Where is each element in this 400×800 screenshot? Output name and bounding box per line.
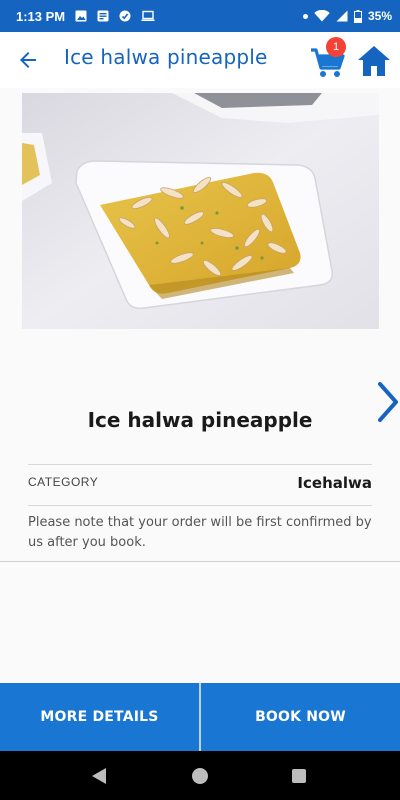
- divider: [28, 505, 372, 506]
- divider: [28, 464, 372, 465]
- product-name: Ice halwa pineapple: [87, 408, 313, 432]
- page-title: Ice halwa pineapple: [64, 45, 268, 69]
- wifi-icon: [314, 10, 330, 22]
- status-time: 1:13 PM: [16, 8, 66, 24]
- gallery-icon: [75, 10, 87, 22]
- cart-count-badge: 1: [326, 37, 346, 57]
- battery-percent: 35%: [367, 9, 392, 23]
- sync-icon: [119, 10, 131, 22]
- more-details-button[interactable]: MORE DETAILS: [0, 683, 199, 751]
- section-divider: [0, 561, 400, 562]
- battery-icon: [353, 9, 362, 23]
- product-image: [22, 93, 379, 329]
- back-arrow-icon[interactable]: [16, 48, 40, 72]
- nav-recents-icon[interactable]: [292, 769, 306, 783]
- booking-note: Please note that your order will be firs…: [28, 515, 372, 550]
- laptop-icon: [141, 10, 155, 21]
- dot-icon: [302, 13, 308, 19]
- nav-back-icon[interactable]: [90, 767, 108, 785]
- app-bar: Ice halwa pineapple 1: [0, 32, 400, 88]
- home-icon[interactable]: [356, 44, 392, 78]
- category-value: Icehalwa: [297, 474, 372, 492]
- bottom-action-bar: MORE DETAILS BOOK NOW: [0, 683, 400, 751]
- category-label: CATEGORY: [28, 475, 99, 489]
- status-bar: 1:13 PM 35%: [0, 0, 400, 32]
- signal-icon: [336, 10, 348, 22]
- nav-home-icon[interactable]: [192, 768, 208, 784]
- book-now-button[interactable]: BOOK NOW: [201, 683, 400, 751]
- system-nav-bar: [0, 751, 400, 800]
- news-icon: [97, 10, 109, 22]
